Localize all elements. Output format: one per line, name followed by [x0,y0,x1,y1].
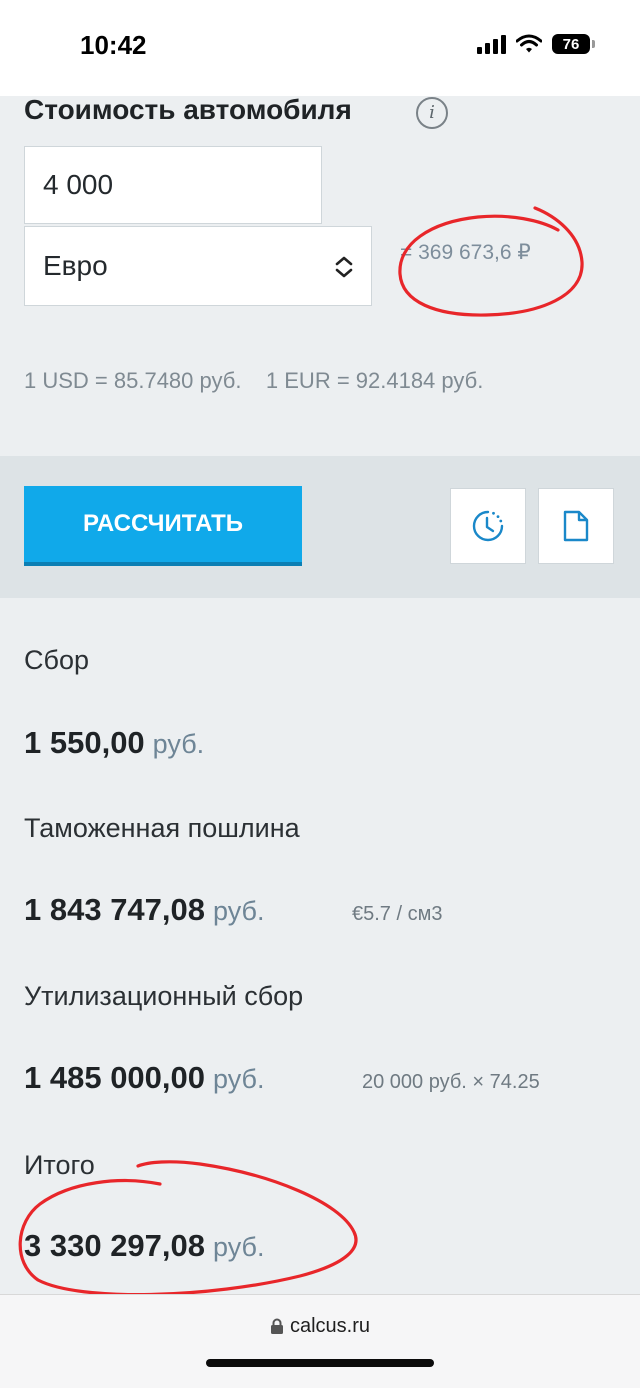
fee-label: Сбор [24,645,89,675]
converted-amount: = 369 673,6 ₽ [400,241,531,264]
total-unit: руб. [213,1232,265,1262]
customs-duty-note: €5.7 / см3 [352,903,443,925]
status-bar: 10:42 76 [0,0,640,96]
customs-duty-value: 1 843 747,08 руб. [24,892,265,928]
total-value: 3 330 297,08 руб. [24,1228,265,1264]
recycling-fee-value: 1 485 000,00 руб. [24,1060,265,1096]
url-text: calcus.ru [289,1315,371,1337]
document-button[interactable] [538,488,614,564]
customs-duty-unit: руб. [213,896,265,926]
lock-icon [270,1318,283,1335]
customs-duty-amount: 1 843 747,08 [24,892,206,927]
fee-value: 1 550,00 руб. [24,725,204,761]
fee-amount: 1 550,00 [24,725,145,760]
wifi-icon [516,34,542,53]
home-indicator[interactable] [206,1359,434,1367]
currency-select[interactable]: Евро [24,226,372,306]
currency-select-value: Евро [43,250,108,281]
select-arrows-icon [335,256,353,278]
exchange-rates: 1 USD = 85.7480 руб. 1 EUR = 92.4184 руб… [24,368,484,393]
address-bar[interactable]: calcus.ru [0,1315,640,1338]
recycling-fee-note: 20 000 руб. × 74.25 [362,1071,540,1093]
info-icon[interactable]: i [416,97,448,129]
history-icon [472,510,504,542]
recycling-fee-unit: руб. [213,1064,265,1094]
signal-icon [477,34,506,54]
total-label: Итого [24,1150,95,1180]
calculate-button[interactable]: РАССЧИТАТЬ [24,486,302,566]
history-button[interactable] [450,488,526,564]
status-icons: 76 [477,34,595,54]
action-bar: РАССЧИТАТЬ [0,456,640,598]
fee-unit: руб. [152,729,205,759]
total-amount: 3 330 297,08 [24,1228,206,1263]
recycling-fee-label: Утилизационный сбор [24,981,304,1011]
recycling-fee-amount: 1 485 000,00 [24,1060,206,1095]
car-price-input[interactable]: 4 000 [24,146,322,224]
customs-duty-label: Таможенная пошлина [24,813,300,843]
document-icon [563,510,589,542]
battery-icon: 76 [552,34,595,54]
status-time: 10:42 [80,30,147,60]
browser-bottom-bar: calcus.ru [0,1294,640,1388]
car-cost-title: Стоимость автомобиля [24,94,352,125]
